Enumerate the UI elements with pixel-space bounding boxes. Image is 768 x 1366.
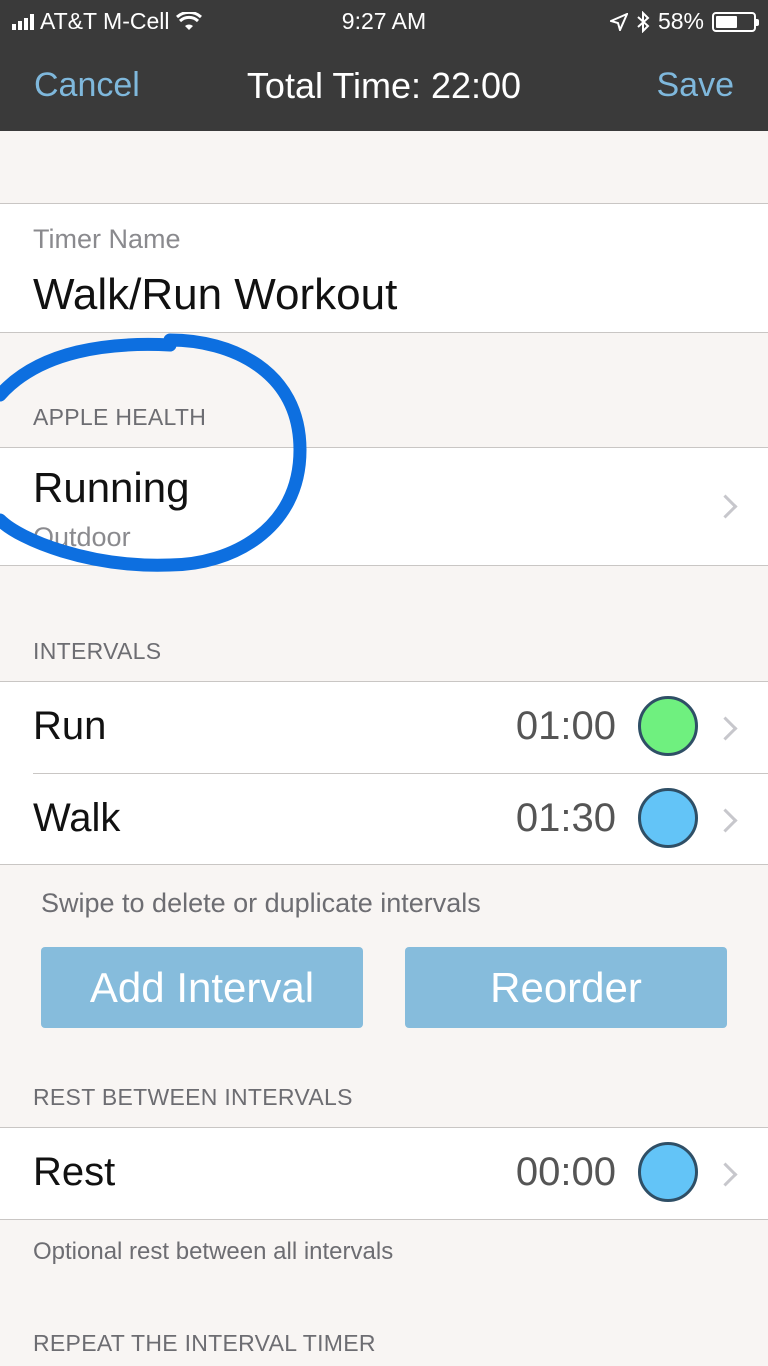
chevron-right-icon [713,716,738,741]
battery-icon [712,11,759,32]
bluetooth-icon [637,10,650,33]
navigation-bar: Cancel Total Time: 22:00 Save [0,42,768,131]
location-icon [609,12,628,31]
interval-name: Walk [33,796,121,840]
rest-row[interactable]: Rest 00:00 [0,1128,768,1220]
apple-health-row[interactable]: Running Outdoor [0,447,768,566]
color-dot [638,1142,698,1202]
rest-header: REST BETWEEN INTERVALS [33,1084,353,1110]
intervals-list: Run 01:00 Walk 01:30 [0,681,768,865]
timer-name-section: Timer Name Walk/Run Workout [0,203,768,333]
add-interval-button[interactable]: Add Interval [41,947,363,1028]
battery-percent: 58% [657,8,704,34]
chevron-right-icon [713,494,738,519]
activity-location: Outdoor [33,522,131,552]
color-dot [638,788,698,848]
apple-health-header: APPLE HEALTH [33,404,207,430]
intervals-header: INTERVALS [33,638,162,664]
rest-name: Rest [33,1150,116,1194]
battery-fill [716,15,737,28]
interval-name: Run [33,704,107,748]
reorder-button[interactable]: Reorder [405,947,727,1028]
nav-title: Total Time: 22:00 [246,65,522,106]
chevron-right-icon [713,1162,738,1187]
rest-footer: Optional rest between all intervals [33,1238,394,1265]
rest-duration: 00:00 [515,1150,616,1194]
timer-name-label: Timer Name [33,224,181,254]
status-bar: AT&T M-Cell 9:27 AM 58% [0,0,768,42]
list-item[interactable]: Walk 01:30 [0,774,768,866]
timer-name-input[interactable]: Walk/Run Workout [33,270,397,320]
chevron-right-icon [713,808,738,833]
save-button[interactable]: Save [657,66,735,105]
rest-section: Rest 00:00 [0,1127,768,1220]
list-item[interactable]: Run 01:00 [0,682,768,774]
interval-duration: 01:30 [515,796,616,840]
interval-duration: 01:00 [515,704,616,748]
repeat-header: REPEAT THE INTERVAL TIMER [33,1330,376,1356]
color-dot [638,696,698,756]
activity-type: Running [33,464,190,511]
intervals-hint: Swipe to delete or duplicate intervals [41,888,481,918]
